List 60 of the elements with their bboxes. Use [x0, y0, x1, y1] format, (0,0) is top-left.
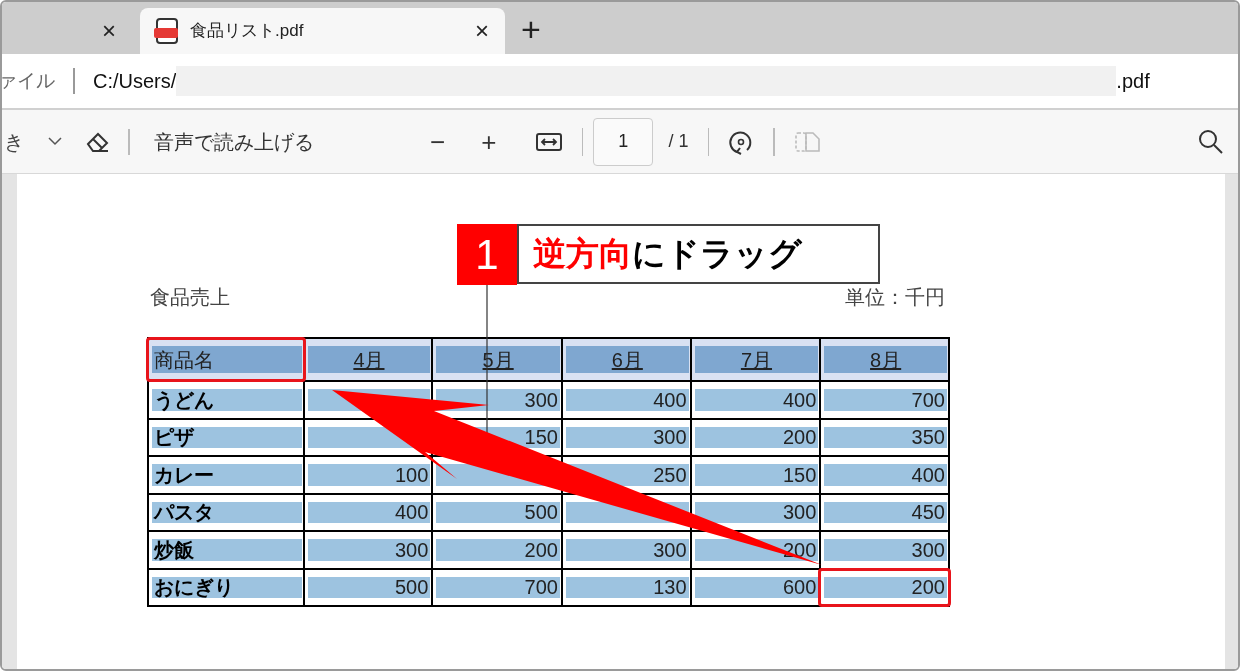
table-cell: 300	[782, 502, 817, 523]
browser-tab[interactable]: ×	[2, 8, 140, 54]
column-header: 6月	[611, 349, 643, 370]
table-cell: 700	[524, 577, 558, 598]
browser-tab[interactable]: 食品リスト.pdf ×	[140, 8, 505, 54]
column-header: 5月	[482, 349, 514, 370]
fit-width-icon[interactable]	[536, 131, 563, 152]
table-cell: 300	[524, 389, 558, 410]
table-cell: 400	[911, 464, 945, 485]
new-tab-button[interactable]: +	[521, 12, 541, 46]
table-cell: 250	[653, 464, 687, 485]
table-cell: 500	[524, 502, 558, 523]
table-cell: 130	[653, 577, 687, 598]
table-cell: 100	[394, 464, 429, 485]
table-cell: 400	[394, 502, 429, 523]
table-cell: 200	[911, 577, 945, 598]
column-header: 商品名	[154, 349, 214, 370]
table-cell: 450	[911, 502, 945, 523]
table-cell: 300	[911, 539, 945, 560]
table-cell: ピザ	[154, 427, 194, 448]
step-number: 1	[457, 224, 517, 285]
column-header: 7月	[740, 349, 772, 370]
table-cell: 700	[911, 389, 945, 410]
table-cell: 300	[653, 427, 687, 448]
column-header: 4月	[353, 349, 385, 370]
table-cell: 200	[782, 427, 817, 448]
table-cell: 300	[394, 539, 429, 560]
table-cell: 150	[782, 464, 817, 485]
address-path[interactable]: C:/Users/	[93, 66, 177, 96]
search-icon[interactable]	[1198, 128, 1224, 155]
table-cell: うどん	[154, 389, 214, 410]
table-cell: カレー	[154, 464, 214, 485]
table-cell: 炒飯	[154, 539, 194, 560]
pdf-file-icon	[156, 18, 178, 44]
table-cell: 600	[782, 577, 817, 598]
document-title: 食品売上	[150, 285, 230, 310]
table-cell: 400	[782, 389, 817, 410]
unit-label: 単位：千円	[845, 285, 945, 310]
toolbar-label: き	[4, 129, 24, 155]
caret-icon[interactable]	[48, 137, 62, 146]
page-number-field[interactable]: 1	[593, 117, 654, 166]
callout-text: 逆方向にドラッグ	[517, 224, 880, 284]
table-cell: 350	[911, 427, 945, 448]
zoom-out-button[interactable]: −	[430, 128, 446, 155]
read-aloud-button[interactable]: 音声で読み上げる	[154, 126, 314, 157]
table-cell: おにぎり	[154, 577, 234, 598]
table-cell: 300	[653, 539, 687, 560]
zoom-in-button[interactable]: +	[481, 128, 497, 155]
table-cell: 200	[782, 539, 817, 560]
close-icon[interactable]: ×	[102, 19, 116, 43]
table-cell: 400	[653, 389, 687, 410]
table-cell: 200	[524, 539, 558, 560]
page-total: / 1	[668, 130, 689, 153]
close-icon[interactable]: ×	[475, 19, 489, 43]
address-path[interactable]: .pdf	[1116, 66, 1150, 96]
table-cell: パスタ	[154, 502, 214, 523]
table-cell: 500	[394, 577, 429, 598]
address-label: ァイル	[2, 68, 55, 93]
column-header: 8月	[870, 349, 902, 370]
table-cell: 150	[524, 427, 558, 448]
